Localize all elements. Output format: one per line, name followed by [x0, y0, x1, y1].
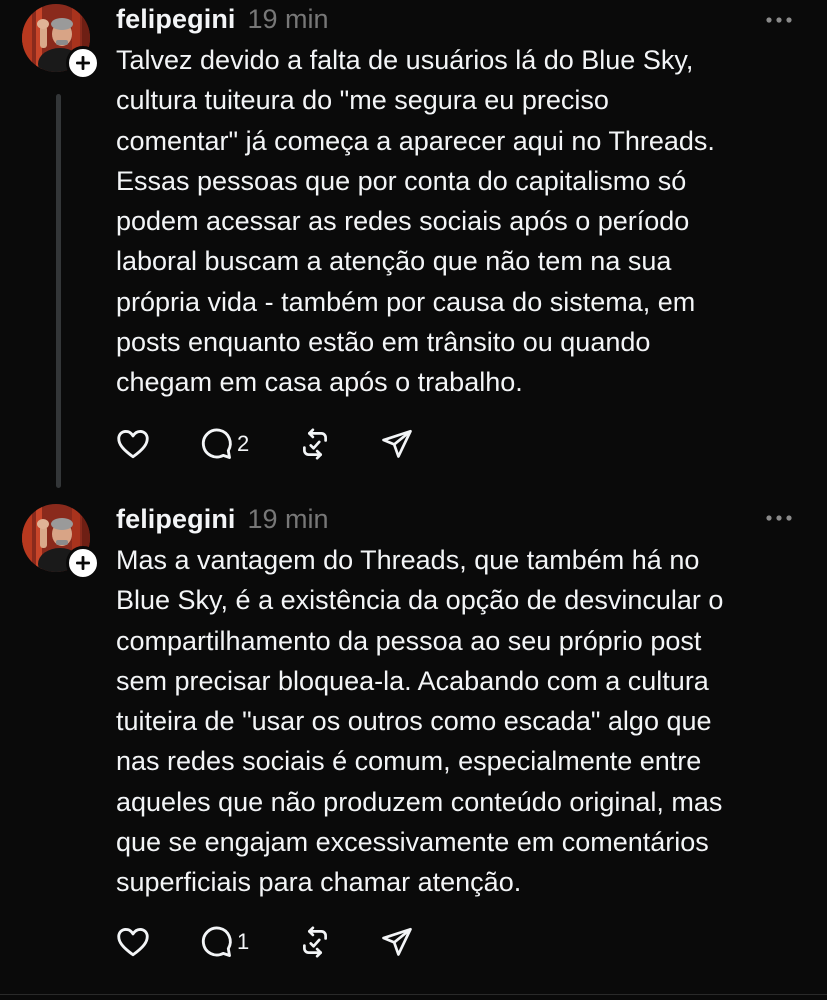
post-header: felipegini 19 min: [116, 500, 329, 538]
like-button[interactable]: [114, 424, 198, 464]
heart-icon: [117, 927, 149, 957]
share-icon: [382, 927, 412, 956]
post-actions: 1: [114, 922, 430, 962]
thread-line: [56, 94, 61, 488]
avatar-container[interactable]: [22, 4, 100, 80]
timestamp[interactable]: 19 min: [248, 4, 329, 35]
more-icon: [766, 515, 792, 521]
post-actions: 2: [114, 424, 430, 464]
follow-button[interactable]: [66, 546, 100, 580]
comment-button[interactable]: 1: [198, 922, 298, 962]
avatar-container[interactable]: [22, 504, 100, 580]
post-text: Mas a vantagem do Threads, que também há…: [116, 545, 724, 898]
more-button[interactable]: [765, 508, 797, 528]
post-text: Talvez devido a falta de usuários lá do …: [116, 45, 715, 398]
comment-icon: [201, 428, 232, 459]
comment-button[interactable]: 2: [198, 424, 298, 464]
post-header: felipegini 19 min: [116, 0, 329, 38]
plus-icon: [76, 56, 90, 70]
repost-icon: [303, 926, 327, 958]
reply-count: 1: [237, 929, 250, 954]
more-button[interactable]: [765, 10, 797, 30]
username[interactable]: felipegini: [116, 504, 236, 535]
share-icon: [382, 429, 412, 458]
timestamp[interactable]: 19 min: [248, 504, 329, 535]
feed-divider: [0, 994, 827, 995]
follow-button[interactable]: [66, 46, 100, 80]
repost-icon: [303, 428, 327, 460]
heart-icon: [117, 429, 149, 459]
username[interactable]: felipegini: [116, 4, 236, 35]
share-button[interactable]: [380, 424, 430, 464]
share-button[interactable]: [380, 922, 430, 962]
more-icon: [766, 17, 792, 23]
comment-icon: [201, 926, 232, 957]
reply-count: 2: [237, 431, 250, 456]
repost-button[interactable]: [298, 424, 380, 464]
thread-post-1: felipegini 19 min Talvez devido a falta …: [0, 0, 827, 500]
thread-post-2: felipegini 19 min Mas a vantagem do Thre…: [0, 500, 827, 1000]
repost-button[interactable]: [298, 922, 380, 962]
like-button[interactable]: [114, 922, 198, 962]
plus-icon: [76, 556, 90, 570]
